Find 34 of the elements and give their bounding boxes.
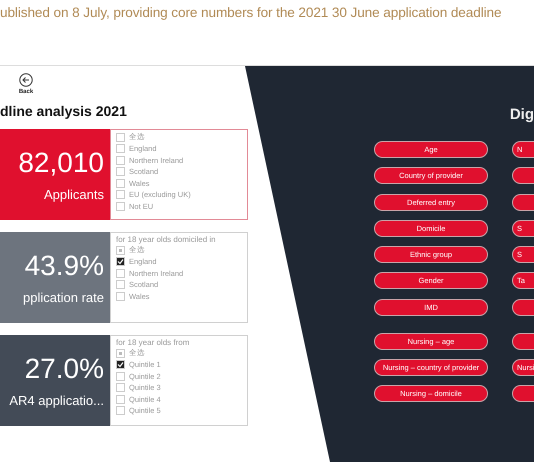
stat-value: 27.0%: [24, 353, 104, 385]
checkbox[interactable]: [116, 190, 125, 200]
checkbox[interactable]: [116, 280, 125, 290]
checkbox[interactable]: [116, 348, 125, 358]
checkbox[interactable]: [116, 178, 125, 188]
header-text: ublished on 8 July, providing core numbers for the 2021 30 June application deadline: [0, 5, 502, 20]
checkbox[interactable]: [116, 268, 125, 278]
checkbox[interactable]: [116, 406, 125, 416]
checkbox[interactable]: [116, 372, 125, 381]
category-button[interactable]: [512, 332, 534, 350]
checkbox[interactable]: [116, 383, 125, 392]
filter-note: for 18 year olds domiciled in: [116, 235, 217, 244]
stat-value: 43.9%: [24, 250, 104, 282]
checkbox[interactable]: [116, 132, 125, 142]
checkbox[interactable]: [116, 202, 125, 211]
checkbox[interactable]: [116, 360, 125, 370]
page-title: dline analysis 2021: [0, 103, 128, 119]
stat-caption: pplication rate: [23, 290, 104, 305]
stat-value: 82,010: [18, 147, 104, 179]
category-button[interactable]: [512, 298, 534, 316]
checkbox[interactable]: [116, 167, 125, 176]
category-button[interactable]: [512, 167, 534, 184]
stat-caption: AR4 applicatio...: [9, 393, 104, 408]
checkbox[interactable]: [116, 246, 125, 255]
category-button[interactable]: [512, 194, 534, 211]
checkbox[interactable]: [116, 394, 125, 404]
panel-heading: Dig: [510, 106, 534, 123]
checkbox[interactable]: [116, 257, 125, 266]
stat-caption: Applicants: [44, 187, 104, 202]
category-button[interactable]: [512, 385, 534, 402]
filter-note: for 18 year olds from: [116, 338, 190, 347]
checkbox[interactable]: [116, 292, 125, 301]
checkbox[interactable]: [116, 144, 125, 154]
checkbox[interactable]: [116, 156, 125, 165]
